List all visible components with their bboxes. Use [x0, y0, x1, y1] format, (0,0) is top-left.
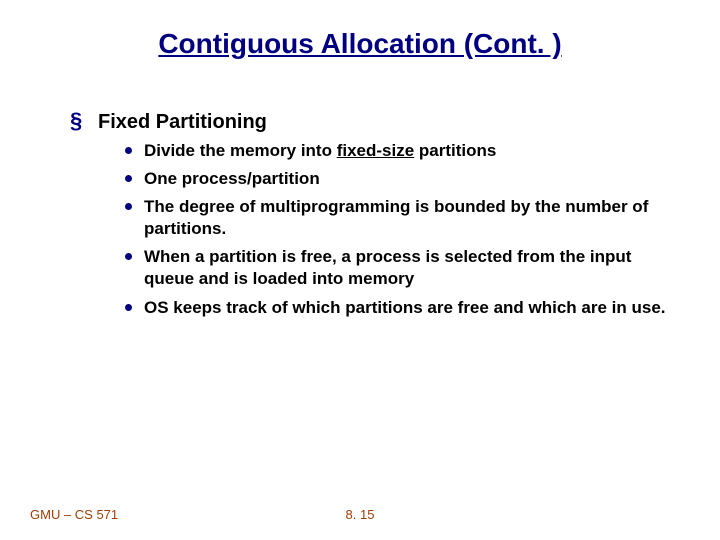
square-bullet-icon: §	[70, 110, 86, 132]
slide-body: § Fixed Partitioning Divide the memory i…	[70, 110, 670, 319]
bullet-text: OS keeps track of which partitions are f…	[144, 297, 666, 319]
bullet-text: Divide the memory into fixed-size partit…	[144, 140, 496, 162]
bullet-text: When a partition is free, a process is s…	[144, 246, 670, 290]
heading-text: Fixed Partitioning	[98, 110, 267, 134]
text-fragment: Divide the memory into	[144, 141, 337, 160]
underlined-text: fixed-size	[337, 141, 414, 160]
slide-title: Contiguous Allocation (Cont. )	[0, 28, 720, 60]
text-fragment: partitions	[414, 141, 496, 160]
footer-page-number: 8. 15	[0, 507, 720, 522]
dot-bullet-icon	[125, 203, 132, 210]
dot-bullet-icon	[125, 253, 132, 260]
list-item: One process/partition	[125, 168, 670, 190]
dot-bullet-icon	[125, 147, 132, 154]
list-item: The degree of multiprogramming is bounde…	[125, 196, 670, 240]
list-item: § Fixed Partitioning	[70, 110, 670, 134]
list-item: OS keeps track of which partitions are f…	[125, 297, 670, 319]
bullet-text: The degree of multiprogramming is bounde…	[144, 196, 670, 240]
dot-bullet-icon	[125, 304, 132, 311]
slide: Contiguous Allocation (Cont. ) § Fixed P…	[0, 0, 720, 540]
dot-bullet-icon	[125, 175, 132, 182]
list-item: When a partition is free, a process is s…	[125, 246, 670, 290]
list-item: Divide the memory into fixed-size partit…	[125, 140, 670, 162]
bullet-text: One process/partition	[144, 168, 320, 190]
